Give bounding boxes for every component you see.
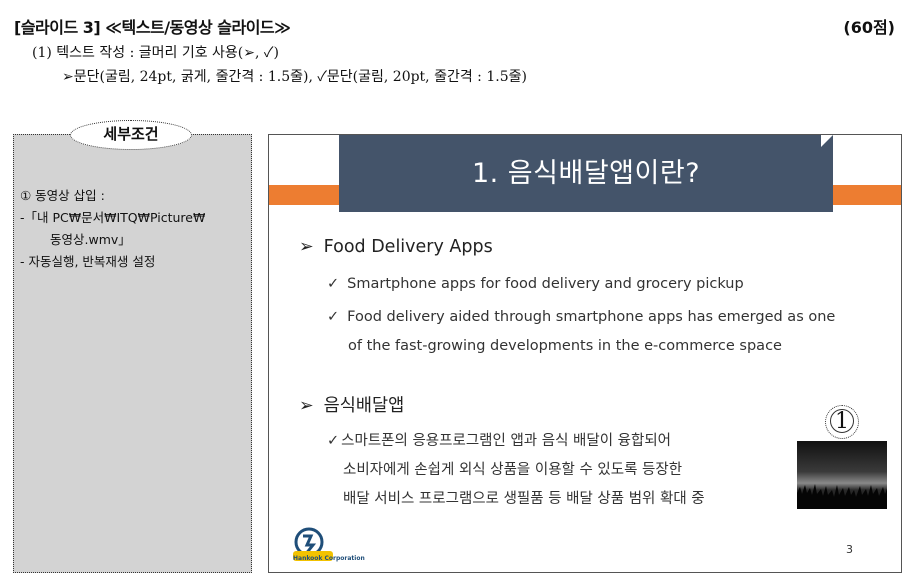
arrow-bullet-icon: ➢ [299, 396, 314, 416]
condition-list: ① 동영상 삽입 : -「내 PC₩문서₩ITQ₩Picture₩ 동영상.wm… [20, 185, 250, 273]
slide-title: 1. 음식배달앱이란? [471, 158, 701, 189]
video-marker-number: 1 [835, 409, 849, 434]
check-bullet-icon: ✓ [327, 309, 340, 325]
arrow-bullet-icon: ➢ [299, 237, 314, 257]
check-bullet-icon: ✓ [327, 276, 340, 292]
requirement-line-1: (1) 텍스트 작성 : 글머리 기호 사용(➢, ✓) [32, 45, 279, 61]
check-bullet-icon: ✓ [327, 433, 340, 449]
video-marker-circle: 1 [825, 405, 859, 439]
condition-item-path: -「내 PC₩문서₩ITQ₩Picture₩ [20, 210, 206, 225]
company-logo-text: Hankook Corporation [293, 555, 365, 562]
condition-item-video-insert: ① 동영상 삽입 : [20, 188, 105, 203]
requirement-line-2: ➢문단(굴림, 24pt, 굵게, 줄간격 : 1.5줄), ✓문단(굴림, 2… [62, 69, 527, 85]
korean-bullet-line-2: 소비자에게 손쉽게 외식 상품을 이용할 수 있도록 등장한 [343, 462, 683, 478]
slide-title-box: 1. 음식배달앱이란? [339, 135, 833, 212]
condition-tag: 세부조건 [70, 120, 192, 150]
title-corner-cut [821, 135, 833, 147]
score-label: (60점) [843, 18, 895, 37]
section-heading-korean: ➢ 음식배달앱 [299, 396, 405, 416]
section-heading-english: ➢ Food Delivery Apps [299, 237, 493, 257]
condition-item-path-file: 동영상.wmv」 [50, 232, 131, 247]
slide-task-title: [슬라이드 3] ≪텍스트/동영상 슬라이드≫ [14, 18, 291, 37]
english-bullet-1: ✓ Smartphone apps for food delivery and g… [327, 276, 744, 292]
grass-silhouette-icon [797, 484, 887, 509]
video-thumbnail[interactable] [797, 441, 887, 509]
korean-bullet-1: ✓ 스마트폰의 응용프로그램인 앱과 음식 배달이 융합되어 [327, 433, 672, 449]
english-bullet-2: ✓ Food delivery aided through smartphone … [327, 309, 836, 325]
slide-page-number: 3 [846, 543, 853, 556]
condition-item-autoplay: - 자동실행, 반복재생 설정 [20, 254, 156, 269]
slide-preview: 1. 음식배달앱이란? ➢ Food Delivery Apps ✓ Smartph… [268, 134, 902, 573]
english-bullet-2-continued: of the fast-growing developments in the … [348, 338, 782, 354]
korean-bullet-line-3: 배달 서비스 프로그램으로 생필품 등 배달 상품 범위 확대 중 [343, 491, 705, 507]
